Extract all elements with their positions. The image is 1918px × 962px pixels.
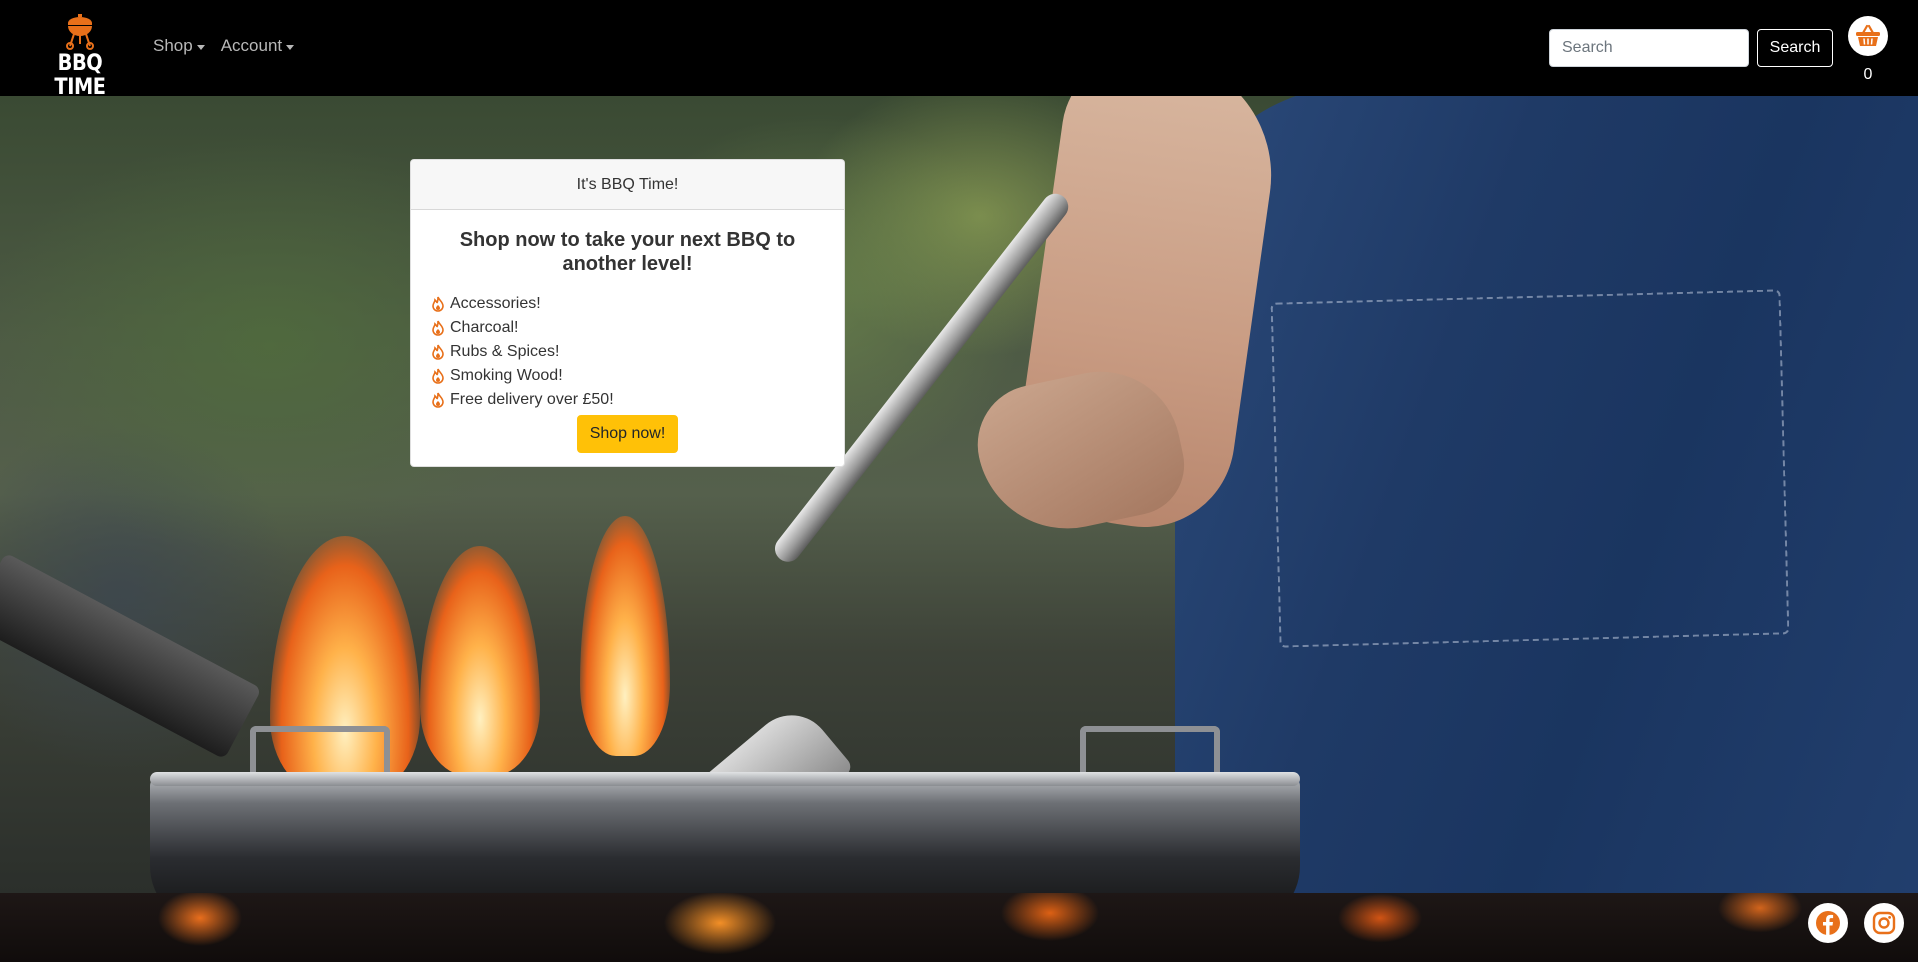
list-item-label: Smoking Wood!	[450, 367, 563, 384]
brand-logo[interactable]: BBQ TIME	[30, 14, 130, 100]
search-button[interactable]: Search	[1757, 29, 1833, 67]
promo-card-header: It's BBQ Time!	[411, 160, 844, 210]
facebook-icon	[1816, 911, 1840, 935]
fire-icon	[431, 320, 445, 336]
promo-list: Accessories! Charcoal! Rubs & Spices! Sm…	[431, 292, 844, 412]
nav-shop-label: Shop	[153, 36, 193, 55]
list-item: Accessories!	[431, 292, 844, 316]
footer	[0, 893, 1918, 962]
nav-account-dropdown[interactable]: Account	[220, 36, 295, 56]
bbq-grill-icon	[66, 14, 94, 50]
list-item: Smoking Wood!	[431, 364, 844, 388]
shop-now-button[interactable]: Shop now!	[577, 415, 678, 453]
instagram-icon	[1872, 911, 1896, 935]
basket-icon	[1856, 24, 1880, 46]
list-item-label: Accessories!	[450, 295, 541, 312]
navbar: BBQ TIME Shop Account Search 0	[0, 0, 1918, 100]
instagram-link[interactable]	[1864, 903, 1904, 943]
facebook-link[interactable]	[1808, 903, 1848, 943]
fire-icon	[431, 368, 445, 384]
grill-brush-image	[0, 552, 262, 760]
grill-image	[150, 776, 1300, 893]
nav-shop-dropdown[interactable]: Shop	[153, 36, 205, 56]
main-nav: Shop Account	[153, 36, 295, 56]
list-item: Charcoal!	[431, 316, 844, 340]
hero-image	[0, 96, 1918, 893]
list-item: Rubs & Spices!	[431, 340, 844, 364]
apron-pocket-image	[1270, 289, 1790, 648]
promo-card-title: Shop now to take your next BBQ to anothe…	[459, 229, 796, 275]
brand-name: BBQ TIME	[54, 51, 106, 100]
fire-icon	[431, 344, 445, 360]
search-input[interactable]	[1549, 29, 1749, 67]
fire-icon	[431, 392, 445, 408]
chevron-down-icon	[196, 44, 205, 50]
basket-count: 0	[1863, 66, 1873, 83]
list-item-label: Free delivery over £50!	[450, 391, 614, 408]
flame-image	[420, 546, 540, 776]
list-item-label: Rubs & Spices!	[450, 343, 560, 360]
flame-image	[580, 516, 670, 756]
grill-rim-image	[150, 772, 1300, 786]
list-item: Free delivery over £50!	[431, 388, 844, 412]
list-item-label: Charcoal!	[450, 319, 519, 336]
nav-account-label: Account	[220, 36, 283, 55]
basket-button[interactable]	[1848, 16, 1888, 56]
chevron-down-icon	[286, 44, 295, 50]
fire-icon	[431, 296, 445, 312]
promo-card: It's BBQ Time! Shop now to take your nex…	[410, 159, 845, 467]
